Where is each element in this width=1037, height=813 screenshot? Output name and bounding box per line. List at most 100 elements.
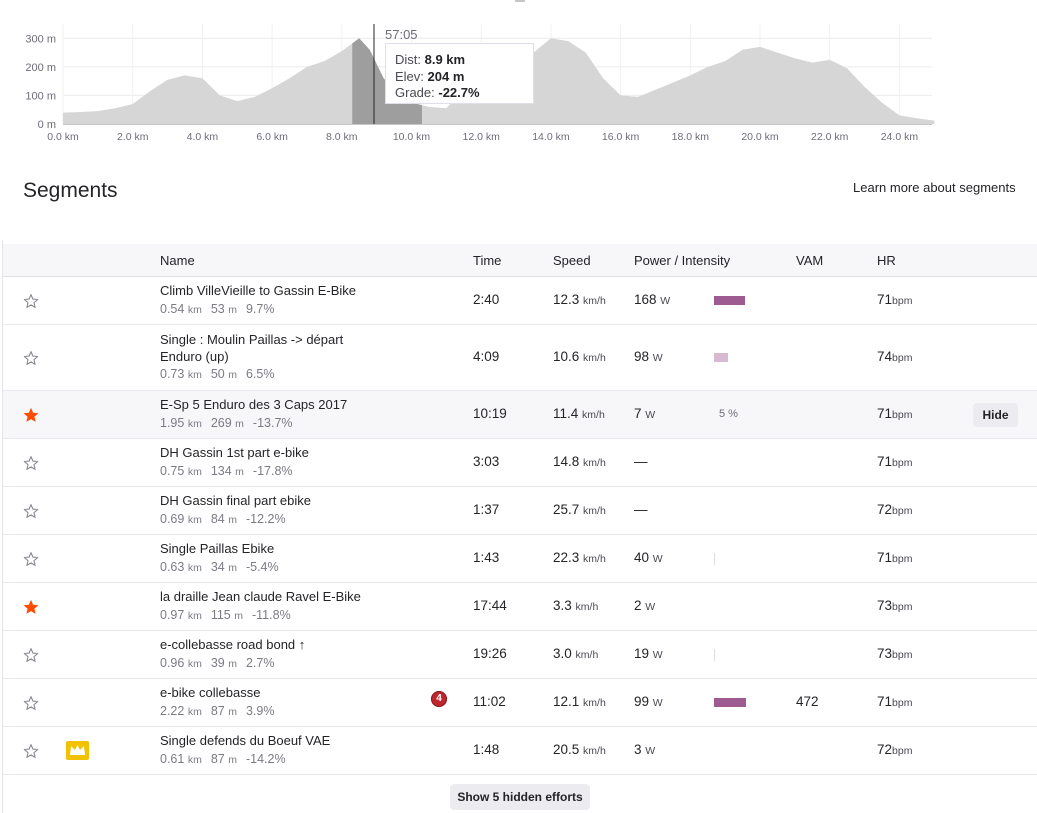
distance-unit: km [187, 561, 202, 574]
table-row[interactable]: e-bike collebasse 2.22 km 87 m 3.9% 4 11:02 12… [3, 679, 1037, 727]
segment-elevation: 84 [210, 511, 225, 526]
x-tick-label: 2.0 km [117, 131, 149, 143]
segment-name[interactable]: Single Paillas Ebike [160, 541, 279, 558]
speed-unit: km/h [583, 295, 606, 307]
star-outline-icon[interactable] [23, 551, 39, 567]
speed-value: 22.3 [553, 550, 580, 565]
segment-speed: 10.6 km/h [553, 349, 606, 364]
hr-unit: bpm [892, 553, 913, 565]
star-outline-icon[interactable] [23, 647, 39, 663]
segment-name[interactable]: E-Sp 5 Enduro des 3 Caps 2017 [160, 397, 347, 414]
hide-effort-button[interactable]: Hide [973, 403, 1018, 427]
segment-name[interactable]: la draille Jean claude Ravel E-Bike [160, 589, 361, 606]
speed-unit: km/h [575, 601, 599, 613]
distance-unit: km [187, 303, 202, 316]
hr-value: 72 [877, 742, 893, 757]
hr-unit: bpm [892, 409, 913, 421]
segment-speed: 3.3 km/h [553, 598, 598, 613]
segment-name[interactable]: DH Gassin 1st part e-bike [160, 445, 309, 462]
segment-elevation: 87 [210, 703, 225, 718]
star-filled-icon[interactable] [23, 407, 39, 423]
segment-elevation: 115 [210, 607, 231, 622]
distance-unit: km [187, 465, 202, 478]
table-row[interactable]: la draille Jean claude Ravel E-Bike 0.97 … [3, 583, 1037, 631]
col-speed[interactable]: Speed [553, 253, 591, 268]
table-row[interactable]: Single Paillas Ebike 0.63 km 34 m -5.4% 1:43… [3, 535, 1037, 583]
segment-name[interactable]: DH Gassin final part ebike [160, 493, 311, 510]
segment-name[interactable]: e-collebasse road bond ↑ [160, 637, 305, 654]
table-row[interactable]: DH Gassin 1st part e-bike 0.75 km 134 m -17… [3, 439, 1037, 487]
segment-power: — [634, 454, 648, 469]
segment-hr: 73bpm [877, 646, 912, 661]
segment-hr: 71bpm [877, 454, 912, 469]
star-outline-icon[interactable] [23, 695, 39, 711]
show-hidden-efforts-button[interactable]: Show 5 hidden efforts [450, 784, 590, 810]
col-name[interactable]: Name [160, 253, 195, 268]
segment-name[interactable]: Climb VilleVieille to Gassin E-Bike [160, 283, 356, 300]
elevation-unit: m [234, 609, 243, 622]
learn-more-link[interactable]: Learn more about segments [853, 180, 1016, 195]
segment-distance: 0.73 [160, 367, 185, 381]
segment-vam: 472 [796, 694, 819, 709]
star-outline-icon[interactable] [23, 743, 39, 759]
hr-unit: bpm [892, 601, 913, 613]
segment-distance: 0.63 [160, 559, 185, 574]
segment-grade: -12.2% [245, 511, 286, 526]
speed-unit: km/h [583, 352, 606, 364]
segment-power: 98 W [634, 349, 663, 364]
hr-unit: bpm [892, 745, 913, 757]
segment-time: 11:02 [473, 694, 506, 709]
segment-elevation: 87 [210, 751, 225, 766]
col-power[interactable]: Power / Intensity [634, 253, 730, 268]
speed-unit: km/h [583, 505, 606, 517]
star-filled-icon[interactable] [23, 599, 39, 615]
segment-name[interactable]: Single : Moulin Paillas -> départ [160, 332, 343, 349]
tooltip-elev-value: 204 m [427, 68, 465, 84]
segment-hr: 74bpm [877, 349, 912, 364]
star-outline-icon[interactable] [23, 455, 39, 471]
segment-distance: 1.95 [160, 415, 185, 430]
segment-grade: 3.9% [245, 703, 275, 718]
speed-unit: km/h [583, 553, 606, 565]
table-row[interactable]: E-Sp 5 Enduro des 3 Caps 2017 1.95 km 269 … [3, 391, 1037, 439]
col-vam[interactable]: VAM [796, 253, 823, 268]
segment-power: 2 W [634, 598, 655, 613]
power-unit: W [652, 649, 663, 661]
segment-power: 3 W [634, 742, 655, 757]
segment-name[interactable]: Enduro (up) [160, 349, 343, 366]
tooltip-dist-label: Dist: [395, 52, 425, 67]
hr-value: 73 [877, 646, 893, 661]
segment-name[interactable]: e-bike collebasse [160, 685, 274, 702]
segment-power: 19 W [634, 646, 663, 661]
table-row[interactable]: Single : Moulin Paillas -> départ Enduro … [3, 325, 1037, 391]
segment-stats: 1.95 km 269 m -13.7% [160, 415, 347, 433]
segment-elevation: 269 [210, 415, 232, 430]
segment-power: 40 W [634, 550, 663, 565]
intensity-percent: 5 % [719, 408, 738, 420]
col-time[interactable]: Time [473, 253, 501, 268]
x-tick-label: 18.0 km [672, 131, 710, 143]
segment-time: 2:40 [473, 292, 500, 307]
star-outline-icon[interactable] [23, 350, 39, 366]
speed-unit: km/h [583, 745, 606, 757]
elevation-unit: m [228, 657, 237, 670]
segment-time: 1:37 [473, 502, 500, 517]
segment-grade: -5.4% [245, 559, 279, 574]
table-row[interactable]: e-collebasse road bond ↑ 0.96 km 39 m 2.7% 1… [3, 631, 1037, 679]
segment-time: 17:44 [473, 598, 507, 613]
table-row[interactable]: Single defends du Boeuf VAE 0.61 km 87 m -1… [3, 727, 1037, 775]
segment-stats: 0.75 km 134 m -17.8% [160, 463, 309, 481]
star-outline-icon[interactable] [23, 503, 39, 519]
segment-name-cell: e-bike collebasse 2.22 km 87 m 3.9% [160, 685, 274, 720]
segment-stats: 0.73 km 50 m 6.5% [160, 366, 343, 384]
col-hr[interactable]: HR [877, 253, 896, 268]
table-row[interactable]: DH Gassin final part ebike 0.69 km 84 m -12… [3, 487, 1037, 535]
hr-value: 71 [877, 292, 893, 307]
segment-grade: -17.8% [252, 463, 293, 478]
segment-name-cell: Single : Moulin Paillas -> départ Enduro … [160, 332, 343, 384]
power-value: 19 [634, 646, 650, 661]
intensity-bar [714, 553, 715, 565]
star-outline-icon[interactable] [23, 293, 39, 309]
segment-name[interactable]: Single defends du Boeuf VAE [160, 733, 330, 750]
table-row[interactable]: Climb VilleVieille to Gassin E-Bike 0.54 … [3, 277, 1037, 325]
